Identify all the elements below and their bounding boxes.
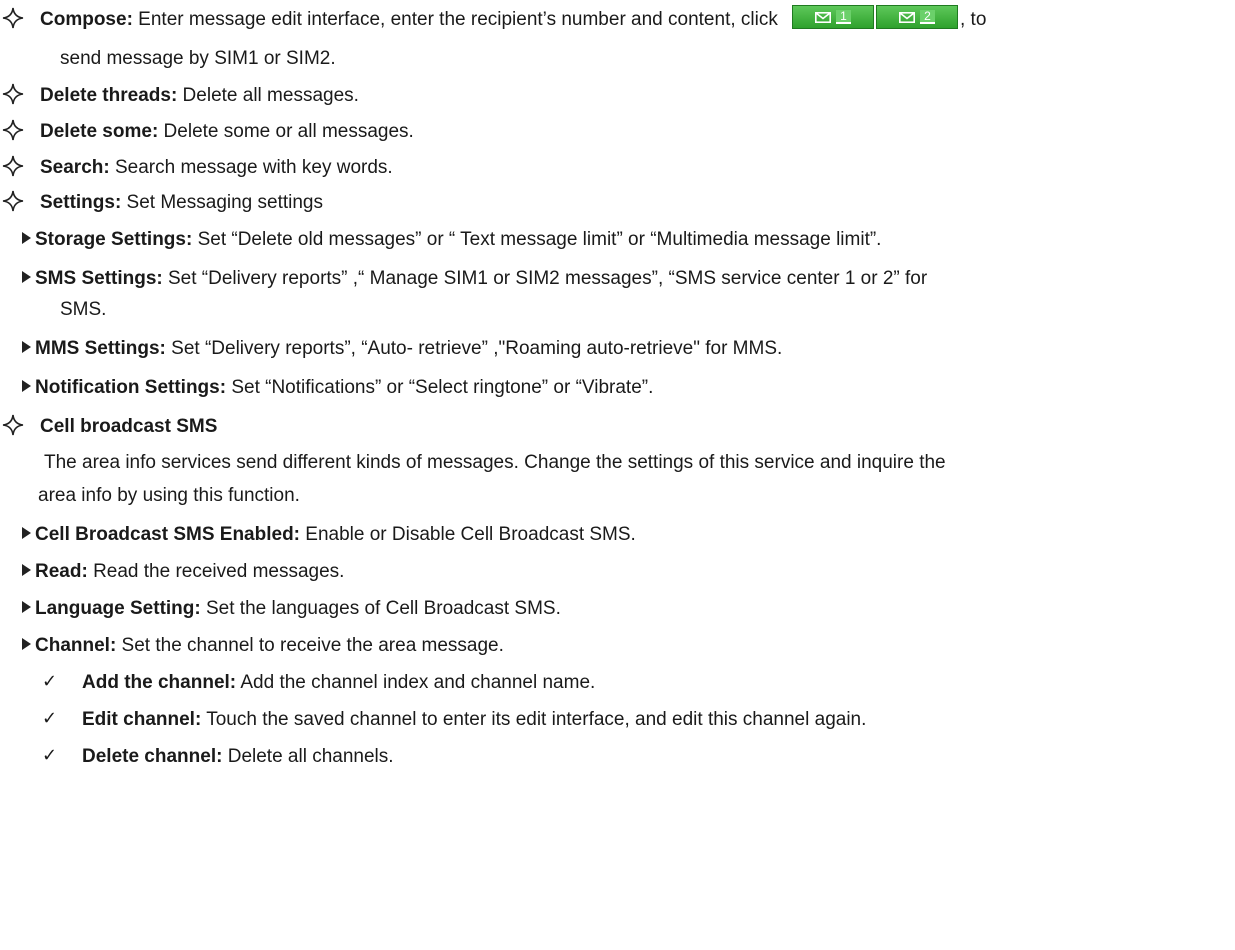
- storage-settings-text: Set “Delete old messages” or “ Text mess…: [192, 229, 882, 250]
- envelope-icon: [899, 11, 916, 23]
- cb-enabled-label: Cell Broadcast SMS Enabled:: [35, 524, 301, 545]
- notification-settings-line: Notification Settings: Set “Notification…: [22, 376, 653, 400]
- diamond-star-bullet-icon: [2, 7, 24, 29]
- mms-settings-text: Set “Delivery reports”, “Auto- retrieve”…: [165, 338, 783, 359]
- cb-channel-line: Channel: Set the channel to receive the …: [22, 634, 504, 658]
- search-text: Search message with key words.: [109, 157, 393, 178]
- cb-language-label: Language Setting:: [35, 598, 201, 619]
- arrow-bullet-icon: [22, 601, 31, 613]
- compose-label: Compose:: [40, 9, 133, 30]
- delete-threads-line: Delete threads: Delete all messages.: [40, 84, 359, 108]
- delete-some-label: Delete some:: [40, 121, 159, 142]
- channel-edit-label: Edit channel:: [82, 709, 202, 730]
- delete-some-line: Delete some: Delete some or all messages…: [40, 120, 414, 144]
- compose-continuation: send message by SIM1 or SIM2.: [60, 48, 336, 69]
- search-label: Search:: [40, 157, 110, 178]
- mms-settings-label: MMS Settings:: [35, 338, 166, 359]
- send-sim2-button[interactable]: 2: [876, 5, 958, 29]
- channel-edit-line: Edit channel: Touch the saved channel to…: [82, 708, 866, 732]
- notification-settings-label: Notification Settings:: [35, 377, 227, 398]
- channel-delete-text: Delete all channels.: [222, 746, 394, 767]
- send-sim1-button[interactable]: 1: [792, 5, 874, 29]
- arrow-bullet-icon: [22, 380, 31, 392]
- arrow-bullet-icon: [22, 341, 31, 353]
- cb-channel-label: Channel:: [35, 635, 117, 656]
- cell-broadcast-desc-line1: The area info services send different ki…: [44, 452, 946, 473]
- checkmark-bullet-icon: ✓: [42, 671, 58, 692]
- diamond-star-bullet-icon: [2, 83, 24, 105]
- cell-broadcast-desc-line2: area info by using this function.: [38, 485, 300, 506]
- settings-line: Settings: Set Messaging settings: [40, 191, 323, 215]
- diamond-star-bullet-icon: [2, 155, 24, 177]
- search-line: Search: Search message with key words.: [40, 156, 393, 180]
- compose-after: , to: [960, 9, 987, 30]
- compose-text: Enter message edit interface, enter the …: [132, 9, 778, 30]
- cb-read-line: Read: Read the received messages.: [22, 560, 344, 584]
- cell-broadcast-label: Cell broadcast SMS: [40, 416, 218, 437]
- arrow-bullet-icon: [22, 232, 31, 244]
- arrow-bullet-icon: [22, 527, 31, 539]
- arrow-bullet-icon: [22, 638, 31, 650]
- settings-text: Set Messaging settings: [121, 192, 323, 213]
- delete-threads-label: Delete threads:: [40, 85, 178, 106]
- channel-add-line: Add the channel: Add the channel index a…: [82, 671, 595, 695]
- delete-threads-text: Delete all messages.: [177, 85, 359, 106]
- diamond-star-bullet-icon: [2, 190, 24, 212]
- envelope-icon: [815, 11, 832, 23]
- arrow-bullet-icon: [22, 564, 31, 576]
- sim2-number: 2: [920, 10, 935, 24]
- sms-settings-text: Set “Delivery reports” ,“ Manage SIM1 or…: [162, 268, 928, 289]
- channel-add-text: Add the channel index and channel name.: [236, 672, 596, 693]
- sms-settings-label: SMS Settings:: [35, 268, 163, 289]
- cb-language-text: Set the languages of Cell Broadcast SMS.: [200, 598, 561, 619]
- cb-language-line: Language Setting: Set the languages of C…: [22, 597, 561, 621]
- checkmark-bullet-icon: ✓: [42, 708, 58, 729]
- channel-edit-text: Touch the saved channel to enter its edi…: [201, 709, 867, 730]
- channel-delete-label: Delete channel:: [82, 746, 223, 767]
- arrow-bullet-icon: [22, 271, 31, 283]
- storage-settings-label: Storage Settings:: [35, 229, 193, 250]
- settings-label: Settings:: [40, 192, 122, 213]
- cb-enabled-line: Cell Broadcast SMS Enabled: Enable or Di…: [22, 523, 636, 547]
- sms-settings-line: SMS Settings: Set “Delivery reports” ,“ …: [22, 267, 927, 291]
- sim1-number: 1: [836, 10, 851, 24]
- diamond-star-bullet-icon: [2, 414, 24, 436]
- notification-settings-text: Set “Notifications” or “Select ringtone”…: [226, 377, 654, 398]
- cb-read-text: Read the received messages.: [87, 561, 345, 582]
- cell-broadcast-heading: Cell broadcast SMS: [40, 415, 217, 439]
- cb-enabled-text: Enable or Disable Cell Broadcast SMS.: [300, 524, 636, 545]
- channel-add-label: Add the channel:: [82, 672, 237, 693]
- mms-settings-line: MMS Settings: Set “Delivery reports”, “A…: [22, 337, 782, 361]
- delete-some-text: Delete some or all messages.: [158, 121, 414, 142]
- cb-channel-text: Set the channel to receive the area mess…: [116, 635, 504, 656]
- checkmark-bullet-icon: ✓: [42, 745, 58, 766]
- storage-settings-line: Storage Settings: Set “Delete old messag…: [22, 228, 881, 252]
- channel-delete-line: Delete channel: Delete all channels.: [82, 745, 394, 769]
- diamond-star-bullet-icon: [2, 119, 24, 141]
- compose-line: Compose: Enter message edit interface, e…: [40, 8, 778, 32]
- cb-read-label: Read:: [35, 561, 88, 582]
- sms-settings-continuation: SMS.: [60, 299, 107, 320]
